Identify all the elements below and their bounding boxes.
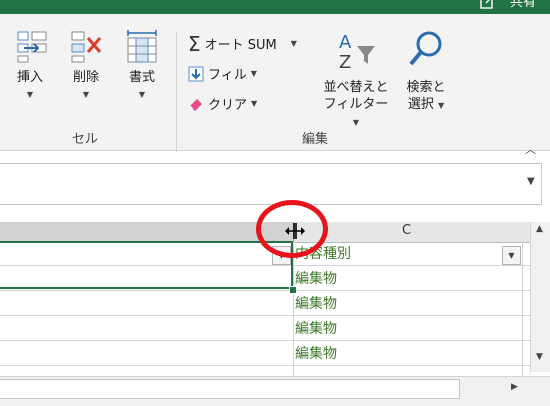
col-gridline [522, 242, 523, 376]
svg-text:Z: Z [339, 52, 351, 73]
eraser-icon [189, 98, 202, 111]
title-bar: 共有 [0, 0, 550, 14]
clear-label: クリア [208, 98, 248, 113]
scroll-up-icon[interactable]: ▲ [536, 224, 543, 234]
delete-button[interactable]: 削除 ▼ [64, 28, 108, 103]
sigma-icon: Σ [188, 31, 201, 56]
share-icon[interactable] [480, 0, 494, 10]
table-row[interactable]: 編集物 [295, 292, 520, 316]
chevron-down-icon: ▼ [290, 39, 297, 48]
table-row[interactable]: 編集物 [295, 267, 520, 291]
fill-label: フィル [208, 68, 247, 83]
format-label: 書式 [128, 70, 155, 85]
find-select-label-1: 検索と [406, 80, 446, 95]
magnifier-icon [409, 31, 442, 66]
column-c-label: C [402, 223, 412, 238]
delete-cells-icon [71, 31, 102, 63]
table-header-cell[interactable]: 内容種別 [295, 242, 520, 266]
chevron-down-icon: ▼ [26, 90, 34, 99]
find-select-button[interactable]: 検索と 選択 ▼ [398, 28, 454, 114]
table-row[interactable]: 編集物 [295, 317, 520, 341]
find-select-label-2: 選択 ▼ [407, 97, 445, 112]
autosum-button[interactable]: Σ オート SUM ▼ [188, 31, 297, 56]
ribbon: 挿入 ▼ 削除 ▼ 書式 ▼ セル Σ オート SUM ▼ フィル ▼ クリア … [0, 14, 550, 156]
sort-filter-label-1: 並べ替えと [323, 80, 389, 95]
formula-bar[interactable] [0, 163, 542, 205]
fill-button[interactable]: フィル ▼ [188, 64, 257, 83]
scroll-down-icon[interactable]: ▼ [536, 352, 543, 362]
autosum-label: オート SUM [204, 38, 277, 53]
insert-button[interactable]: 挿入 ▼ [8, 28, 52, 103]
insert-label: 挿入 [16, 70, 43, 85]
format-cells-icon [127, 30, 157, 63]
edit-group-label: 編集 [302, 132, 329, 147]
clear-button[interactable]: クリア ▼ [188, 94, 257, 113]
highlight-circle [256, 200, 328, 258]
fill-down-icon [188, 66, 204, 81]
fill-handle[interactable] [289, 286, 297, 294]
col-gridline [293, 242, 294, 376]
delete-label: 削除 [72, 70, 99, 85]
vertical-scrollbar[interactable]: ▲ ▼ [530, 222, 550, 372]
sort-filter-button[interactable]: A Z 並べ替えと フィルター ▼ [320, 28, 392, 131]
expand-formula-bar-icon[interactable]: ▼ [527, 176, 535, 187]
chevron-down-icon: ▼ [82, 90, 90, 99]
sort-filter-label-2: フィルター ▼ [323, 97, 389, 127]
chevron-down-icon: ▼ [250, 69, 257, 78]
collapse-ribbon-icon[interactable]: ︿ [525, 141, 536, 157]
format-button[interactable]: 書式 ▼ [120, 28, 164, 103]
filter-dropdown-button[interactable]: ▼ [502, 246, 521, 265]
scroll-right-icon[interactable]: ▶ [511, 382, 518, 392]
column-header-c[interactable] [294, 222, 530, 243]
chevron-down-icon: ▼ [138, 90, 146, 99]
chevron-down-icon: ▼ [251, 99, 258, 108]
cells-group-label: セル [72, 132, 99, 147]
group-separator [176, 32, 177, 152]
share-button[interactable]: 共有 [510, 0, 536, 11]
selected-range[interactable] [0, 241, 293, 289]
column-header-b[interactable] [0, 222, 293, 243]
sort-filter-icon: A Z [339, 32, 375, 73]
table-row[interactable]: 編集物 [295, 342, 520, 366]
svg-text:A: A [339, 32, 352, 53]
insert-cells-icon [17, 31, 47, 63]
horizontal-scroll-thumb[interactable] [0, 379, 460, 399]
